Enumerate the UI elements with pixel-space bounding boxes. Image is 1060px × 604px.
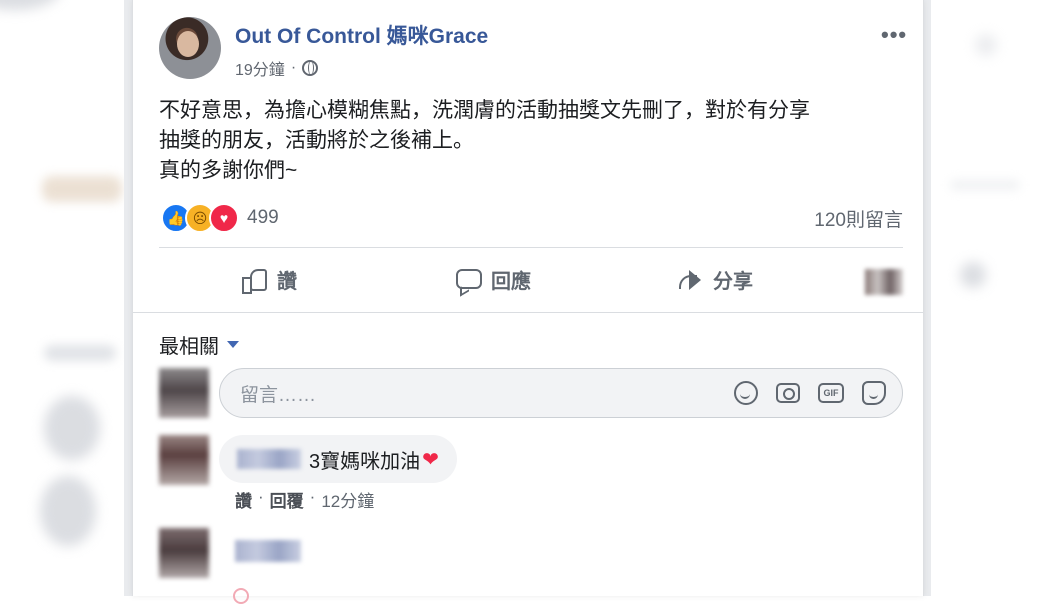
reaction-count: 499 (247, 207, 279, 228)
love-icon: ♥ (209, 203, 239, 233)
viewer-avatar[interactable] (159, 368, 209, 418)
sort-label: 最相關 (159, 336, 219, 358)
post-text-line: 真的多謝你們~ (159, 159, 298, 182)
divider (159, 247, 903, 248)
reactions-summary[interactable]: 👍 ☹ ♥ 499 (161, 203, 279, 233)
comment-button[interactable]: 回應 (455, 265, 531, 294)
share-label: 分享 (713, 271, 753, 293)
gif-icon[interactable]: GIF (818, 383, 844, 403)
comment-input[interactable]: 留言…… GIF (219, 368, 903, 418)
author-avatar[interactable] (159, 17, 221, 79)
meta-separator: · (290, 59, 297, 76)
background-blur (42, 176, 122, 202)
share-button[interactable]: 分享 (677, 265, 753, 294)
heart-emoji-icon: ❤ (422, 448, 439, 471)
share-icon (677, 267, 703, 293)
comment-icon (455, 267, 482, 293)
commenter-name[interactable] (235, 540, 301, 562)
comment-bubble: 3寶媽咪加油 ❤ (219, 435, 457, 483)
background-blur (44, 396, 100, 460)
background-blur (975, 34, 997, 56)
post-meta: 19分鐘 · (235, 56, 319, 80)
thumbs-up-icon (241, 267, 267, 294)
comment-label: 回應 (491, 271, 531, 293)
background-blur (0, 0, 60, 10)
caret-down-icon (227, 341, 239, 348)
background-blur (40, 476, 96, 546)
author-name[interactable]: Out Of Control 媽咪Grace (235, 20, 488, 50)
reaction-icon (233, 588, 249, 604)
post-text-line: 抽獎的朋友，活動將於之後補上。 (159, 129, 474, 152)
divider (133, 312, 923, 313)
camera-icon[interactable] (776, 383, 800, 403)
post-text: 不好意思，為擔心模糊焦點，洗潤膚的活動抽獎文先刪了，對於有分享 抽獎的朋友，活動… (159, 96, 899, 186)
commenter-avatar[interactable] (159, 435, 209, 485)
comment-reply-link[interactable]: 回覆 (270, 487, 304, 512)
post-card: Out Of Control 媽咪Grace 19分鐘 · ••• 不好意思，為… (132, 0, 924, 604)
left-gutter (124, 0, 132, 596)
like-button[interactable]: 讚 (241, 265, 297, 294)
like-label: 讚 (277, 271, 297, 293)
sticker-icon[interactable] (862, 381, 886, 405)
globe-icon[interactable] (302, 60, 319, 76)
more-options-button[interactable]: ••• (881, 22, 907, 48)
comment-like-link[interactable]: 讚 (235, 487, 252, 512)
emoji-icon[interactable] (734, 381, 758, 405)
meta-separator: · (258, 487, 264, 506)
comments-count-link[interactable]: 120則留言 (814, 205, 903, 232)
comment-input-placeholder: 留言…… (240, 384, 317, 406)
commenter-avatar[interactable] (159, 528, 209, 578)
meta-separator: · (309, 487, 316, 506)
background-blur (44, 345, 116, 361)
right-gutter (923, 0, 931, 596)
commenter-name[interactable] (237, 449, 301, 469)
viewer-avatar-selector[interactable] (865, 269, 903, 295)
background-blur (960, 262, 986, 288)
comment-sort-dropdown[interactable]: 最相關 (159, 330, 239, 359)
action-bar: 讚 回應 分享 (159, 255, 903, 307)
comment-time[interactable]: 12分鐘 (321, 487, 374, 512)
post-time[interactable]: 19分鐘 (235, 56, 285, 80)
post-text-line: 不好意思，為擔心模糊焦點，洗潤膚的活動抽獎文先刪了，對於有分享 (159, 99, 810, 122)
background-blur (950, 180, 1020, 190)
comment-text: 3寶媽咪加油 (309, 450, 421, 473)
comment-meta: 讚 · 回覆 · 12分鐘 (235, 487, 374, 512)
